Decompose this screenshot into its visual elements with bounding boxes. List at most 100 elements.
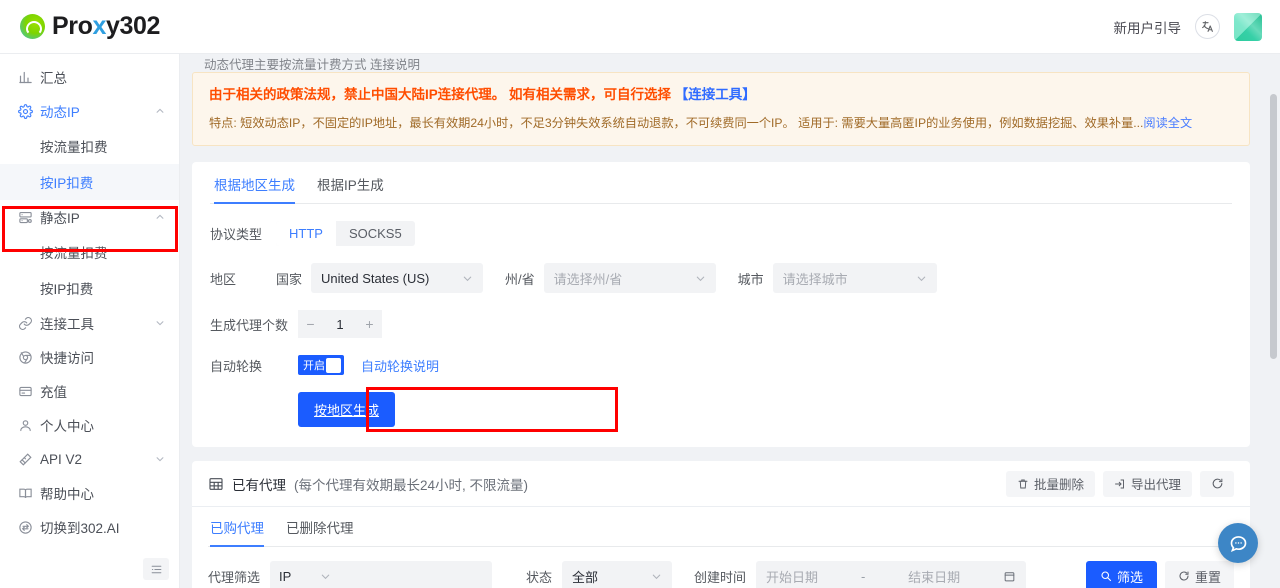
existing-proxy-card: 已有代理 (每个代理有效期最长24小时, 不限流量) 批量删除 导出代理 已购代… [192,461,1250,588]
chevron-down-icon [462,273,473,284]
proxy-filter-type-select[interactable]: IP [270,561,341,588]
proxy-filter-type-value: IP [279,568,292,584]
proxy-count-label: 生成代理个数 [210,317,289,333]
sidebar-item-dynamic-ip[interactable]: 动态IP [0,94,179,128]
existing-proxy-title-sub: (每个代理有效期最长24小时, 不限流量) [294,477,529,493]
created-time-daterange[interactable]: 开始日期 - 结束日期 [756,561,1027,588]
proxy-count-stepper: − 1 + [298,310,382,338]
table-icon [208,476,224,492]
city-select[interactable]: 请选择城市 [772,263,937,293]
state-select-value: 请选择州/省 [553,271,623,287]
sidebar-item-help-center[interactable]: 帮助中心 [0,476,179,510]
city-select-value: 请选择城市 [782,271,848,287]
notice-description: 特点: 短效动态IP，不固定的IP地址，最长有效期24小时，不足3分钟失效系统自… [209,114,1233,132]
sidebar-subitem-label: 按IP扣费 [40,282,94,297]
cutoff-text-line: 动态代理主要按流量计费方式 连接说明 [192,54,1250,70]
refresh-icon[interactable] [1200,470,1234,497]
wallet-icon [18,384,40,399]
status-filter-label: 状态 [526,569,553,585]
notice-title-text: 由于相关的政策法规，禁止中国大陆IP连接代理。 如有相关需求，可自行选择 [209,87,672,102]
cutoff-text: 动态代理主要按流量计费方式 连接说明 [204,58,420,70]
header-right-actions: 新用户引导 [1114,12,1262,41]
policy-notice-banner: 由于相关的政策法规，禁止中国大陆IP连接代理。 如有相关需求，可自行选择 【连接… [192,72,1250,146]
main-scrollbar[interactable] [1270,88,1277,588]
sidebar-item-label: 个人中心 [40,419,94,434]
batch-delete-button[interactable]: 批量删除 [1005,470,1095,497]
chevron-up-icon [155,106,165,116]
avatar[interactable] [1234,12,1262,41]
filter-search-label: 筛选 [1116,569,1143,585]
notice-connection-tool-link[interactable]: 【连接工具】 [675,87,756,102]
read-full-text-link[interactable]: 阅读全文 [1143,116,1192,130]
sidebar-item-api-v2[interactable]: API V2 [0,442,179,476]
app-body: 汇总 动态IP 按流量扣费 按IP扣费 静态IP 按流量扣费 按IP扣费 连接工… [0,54,1280,588]
chevron-up-icon [155,212,165,222]
sidebar-item-static-ip[interactable]: 静态IP [0,200,179,234]
existing-proxy-title: 已有代理 (每个代理有效期最长24小时, 不限流量) [208,474,528,494]
proxy-filter-label: 代理筛选 [208,569,261,585]
proxy-subtabs: 已购代理 已删除代理 [208,507,1234,547]
sidebar-item-label: 汇总 [40,71,67,86]
main-scroll-area: 动态代理主要按流量计费方式 连接说明 由于相关的政策法规，禁止中国大陆IP连接代… [180,54,1280,588]
sidebar-item-label: 连接工具 [40,317,94,332]
protocol-option-http[interactable]: HTTP [276,221,336,246]
proxy-filter-bar: 代理筛选 IP 状态 全部 创建时间 开始日期 - 结束日期 筛选 重置 [208,547,1234,588]
status-filter-value: 全部 [572,569,599,585]
sidebar-item-recharge[interactable]: 充值 [0,374,179,408]
auto-rotate-help-link[interactable]: 自动轮换说明 [361,356,439,375]
filter-reset-button[interactable]: 重置 [1164,561,1234,588]
toggle-knob [326,357,341,373]
translate-icon[interactable] [1195,14,1220,39]
new-user-guide-link[interactable]: 新用户引导 [1114,17,1182,37]
scrollbar-thumb[interactable] [1270,94,1277,359]
chat-bubble-icon[interactable] [1218,523,1258,563]
collapse-menu-icon[interactable] [143,558,169,580]
stepper-increase-button[interactable]: + [357,310,382,338]
generate-by-region-button[interactable]: 按地区生成 [298,392,396,427]
sidebar-item-switch-302ai[interactable]: 切换到302.AI [0,510,179,544]
export-proxy-button[interactable]: 导出代理 [1102,470,1192,497]
app-header: Proxy302 新用户引导 [0,0,1280,54]
proxy-filter-input[interactable] [340,561,493,588]
chevron-down-icon [651,571,662,582]
stepper-decrease-button[interactable]: − [298,310,323,338]
brand-logo-area[interactable]: Proxy302 [20,12,160,41]
brand-name: Proxy302 [52,12,160,41]
tab-generate-by-region[interactable]: 根据地区生成 [214,174,295,204]
existing-proxy-actions: 批量删除 导出代理 [1005,470,1234,497]
search-icon [1100,570,1112,582]
auto-rotate-row: 自动轮换 开启 自动轮换说明 [210,355,1232,375]
dynamic-ip-icon [18,103,40,119]
sidebar-subitem-dynamic-traffic[interactable]: 按流量扣费 [0,128,179,164]
tab-purchased-proxy[interactable]: 已购代理 [210,517,264,547]
chevron-down-icon [320,571,331,582]
protocol-option-socks5[interactable]: SOCKS5 [336,221,415,246]
auto-rotate-toggle[interactable]: 开启 [298,355,344,375]
sidebar-item-summary[interactable]: 汇总 [0,60,179,94]
sidebar-item-quick-access[interactable]: 快捷访问 [0,340,179,374]
stepper-value[interactable]: 1 [323,310,357,338]
sidebar-subitem-dynamic-per-ip[interactable]: 按IP扣费 [0,164,179,200]
tab-generate-by-ip[interactable]: 根据IP生成 [317,174,384,203]
sidebar-subitem-static-per-ip[interactable]: 按IP扣费 [0,270,179,306]
status-filter-select[interactable]: 全部 [562,561,673,588]
chrome-icon [18,350,40,365]
state-select[interactable]: 请选择州/省 [543,263,716,293]
filter-search-button[interactable]: 筛选 [1085,561,1157,588]
filter-reset-label: 重置 [1194,569,1221,585]
sidebar-subitem-static-traffic[interactable]: 按流量扣费 [0,234,179,270]
sidebar-subitem-label: 按流量扣费 [40,246,108,261]
tab-deleted-proxy[interactable]: 已删除代理 [286,517,354,546]
sidebar-item-label: 充值 [40,385,67,400]
sidebar-item-profile[interactable]: 个人中心 [0,408,179,442]
country-label: 国家 [276,271,303,287]
generate-tabs: 根据地区生成 根据IP生成 [210,162,1232,204]
country-select[interactable]: United States (US) [311,263,484,293]
sidebar-subitem-label: 按流量扣费 [40,140,108,155]
sidebar-item-connection-tools[interactable]: 连接工具 [0,306,179,340]
auto-rotate-toggle-text: 开启 [303,360,325,372]
link-icon [18,316,40,331]
created-time-label: 创建时间 [694,569,747,585]
sidebar-item-label: 快捷访问 [40,351,94,366]
date-start-placeholder: 开始日期 [766,569,819,585]
